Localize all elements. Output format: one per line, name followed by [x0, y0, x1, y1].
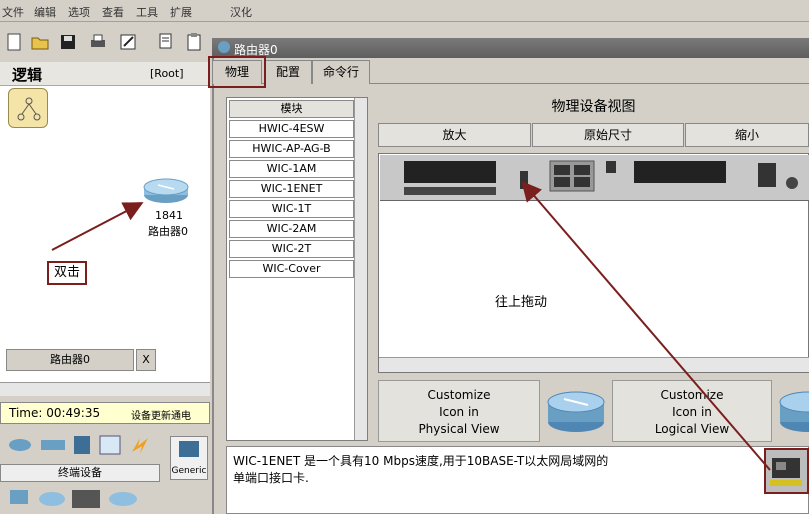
annotation-arrows [51, 180, 771, 471]
double-click-arrow [51, 202, 144, 251]
drag-up-arrow [521, 180, 771, 471]
